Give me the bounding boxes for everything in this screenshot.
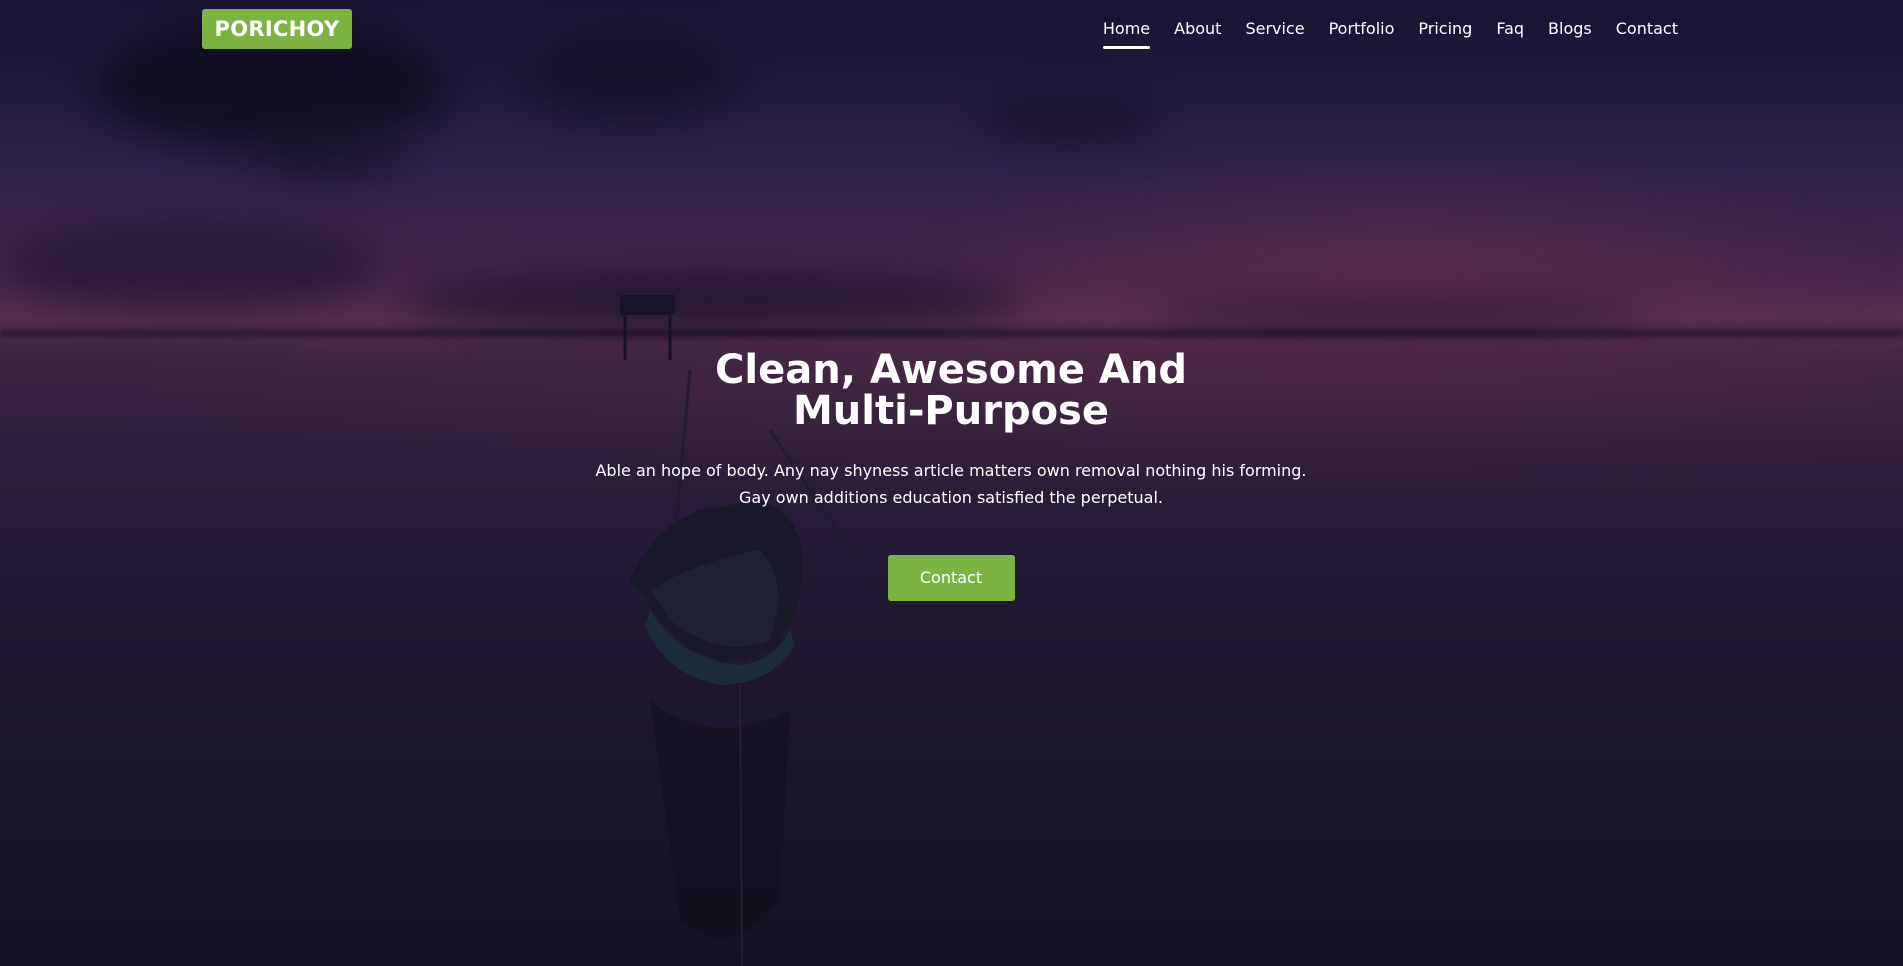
nav-item-contact[interactable]: Contact bbox=[1604, 18, 1690, 50]
main-nav: Home About Service Portfolio Pricing Faq… bbox=[1091, 18, 1690, 50]
navbar: PORICHOY Home About Service Portfolio Pr… bbox=[0, 0, 1903, 60]
nav-item-pricing[interactable]: Pricing bbox=[1406, 18, 1484, 50]
nav-item-about[interactable]: About bbox=[1162, 18, 1233, 50]
hero-title: Clean, Awesome And Multi-Purpose bbox=[715, 347, 1187, 434]
brand-logo[interactable]: PORICHOY bbox=[202, 9, 352, 49]
hero-subtitle: Able an hope of body. Any nay shyness ar… bbox=[595, 461, 1307, 507]
contact-button[interactable]: Contact bbox=[887, 555, 1015, 601]
hero-content: Clean, Awesome And Multi-Purpose Able an… bbox=[551, 350, 1351, 601]
nav-item-service[interactable]: Service bbox=[1233, 18, 1316, 50]
nav-item-home[interactable]: Home bbox=[1091, 18, 1162, 50]
nav-item-blogs[interactable]: Blogs bbox=[1536, 18, 1604, 50]
nav-item-portfolio[interactable]: Portfolio bbox=[1317, 18, 1407, 50]
nav-item-faq[interactable]: Faq bbox=[1484, 18, 1536, 50]
